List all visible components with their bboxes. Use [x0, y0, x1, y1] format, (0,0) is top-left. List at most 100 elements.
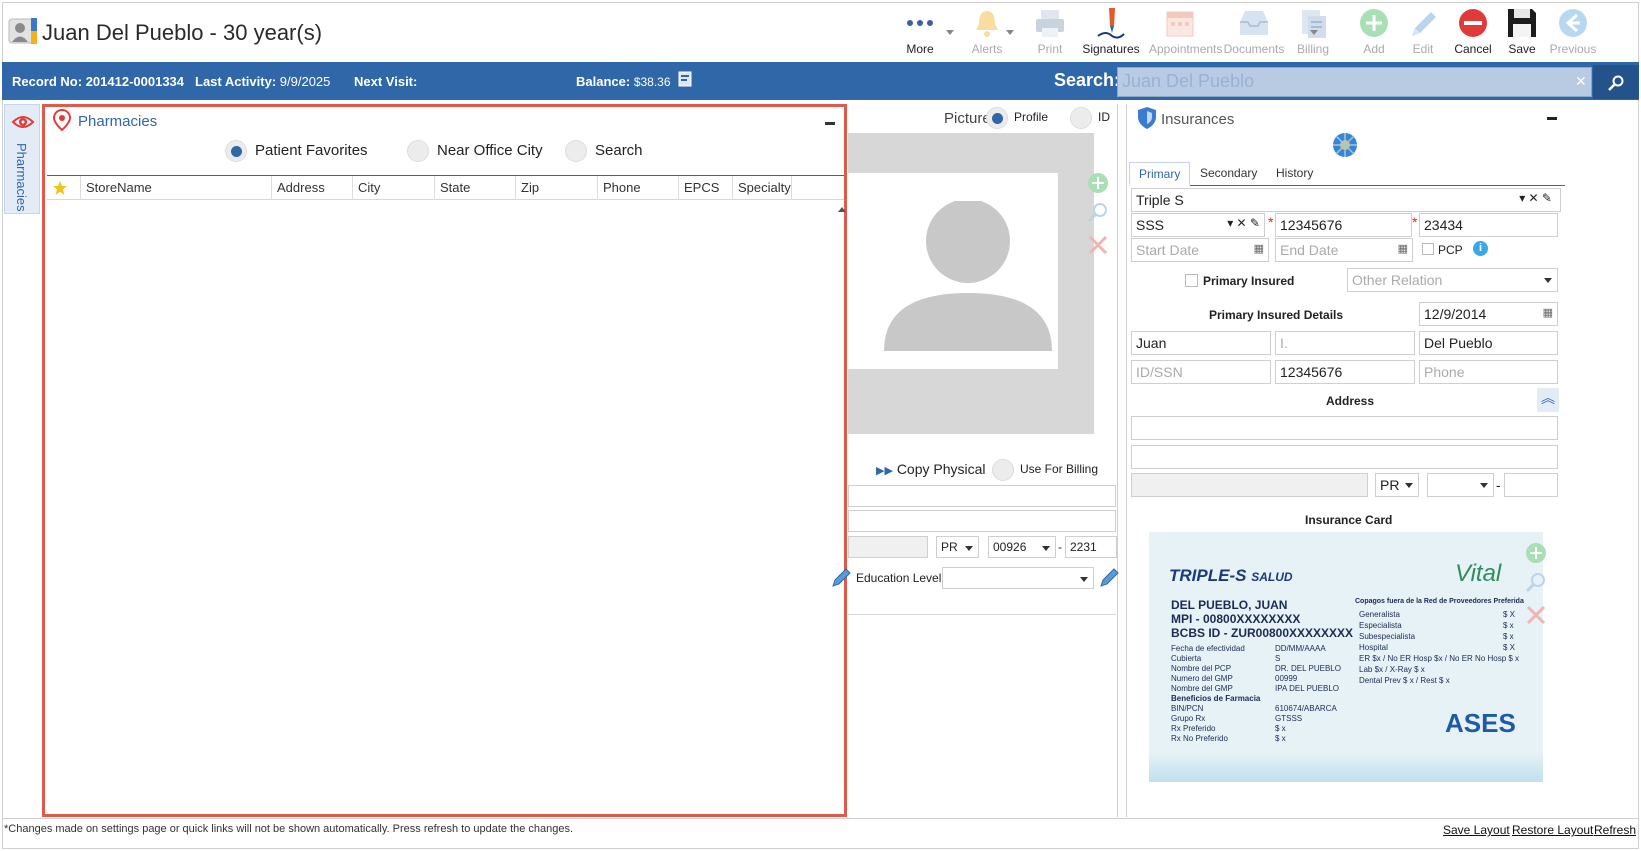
favorite-column-header[interactable] [47, 176, 81, 200]
insured-last-name-input[interactable]: Del Pueblo [1419, 331, 1558, 355]
filter-radio[interactable] [225, 140, 247, 162]
profile-radio[interactable] [986, 107, 1008, 129]
filter-near-office-city[interactable]: Near Office City [407, 140, 543, 164]
toolbar-label: Documents [1223, 42, 1285, 56]
column-header-address[interactable]: Address [272, 176, 353, 200]
insured-zip-select[interactable] [1427, 473, 1494, 497]
collapse-address-icon[interactable]: ︽ [1537, 388, 1559, 412]
remove-card-icon[interactable] [1525, 604, 1547, 626]
insured-address-line2-input[interactable] [1131, 445, 1558, 469]
toolbar-more-button[interactable]: More [889, 6, 951, 62]
grid-scroll-up[interactable] [838, 207, 846, 212]
card-left-value: DR. DEL PUEBLO [1275, 664, 1341, 673]
other-relation-select[interactable]: Other Relation [1347, 268, 1558, 292]
insured-first-name-input[interactable]: Juan [1131, 331, 1271, 355]
use-for-billing-option[interactable]: Use For Billing [992, 459, 1098, 481]
pin-panel-icon[interactable]: ▬ [825, 117, 835, 128]
toolbar-dropdown-caret-icon[interactable] [1310, 30, 1318, 35]
toolbar-signatures-button[interactable]: Signatures [1080, 6, 1142, 62]
insured-city-input[interactable] [1131, 473, 1368, 497]
insured-idssn-input[interactable]: ID/SSN [1131, 360, 1271, 384]
profile-option[interactable]: Profile [986, 107, 1048, 129]
last-activity: Last Activity: 9/9/2025 [195, 74, 330, 89]
sidetab-pharmacies[interactable]: Pharmacies [4, 104, 40, 214]
calendar-icon[interactable]: ▦ [1543, 306, 1553, 319]
insured-zip-ext-input[interactable] [1504, 473, 1558, 497]
insurance-plan-select[interactable]: Triple S ▾ ✕ ✎ [1131, 188, 1561, 212]
tab-history[interactable]: History [1267, 162, 1322, 186]
insured-phone-input[interactable]: Phone [1419, 360, 1558, 384]
calendar-icon[interactable]: ▦ [1254, 242, 1264, 255]
add-photo-icon[interactable] [1087, 172, 1109, 194]
filter-radio[interactable] [407, 140, 429, 162]
search-button[interactable] [1593, 65, 1639, 99]
primary-insured-checkbox[interactable] [1185, 274, 1198, 287]
add-card-icon[interactable] [1525, 542, 1547, 564]
column-header-storename[interactable]: StoreName [81, 176, 272, 200]
toolbar-dropdown-caret-icon[interactable] [1006, 30, 1014, 35]
insured-middle-initial-input[interactable]: I. [1275, 331, 1415, 355]
filter-search[interactable]: Search [565, 140, 643, 164]
filter-radio[interactable] [565, 140, 587, 162]
edit-pencil-icon[interactable] [830, 567, 852, 589]
column-header-epcs[interactable]: EPCS [679, 176, 733, 200]
address-line1-input[interactable] [848, 485, 1116, 507]
patient-search-input[interactable]: Juan Del Pueblo [1117, 67, 1592, 97]
remove-photo-icon[interactable] [1087, 234, 1109, 256]
calendar-icon[interactable]: ▦ [1398, 242, 1408, 255]
pcp-checkbox[interactable] [1422, 243, 1434, 255]
toolbar-print-button[interactable]: Print [1019, 6, 1081, 62]
clear-search-icon[interactable]: ✕ [1575, 73, 1587, 90]
card-right-value: $ x [1503, 632, 1514, 641]
toolbar-dropdown-caret-icon[interactable] [946, 30, 954, 35]
column-header-zip[interactable]: Zip [516, 176, 598, 200]
insurance-network-icon[interactable] [1332, 132, 1358, 158]
end-date-input[interactable]: End Date ▦ [1275, 238, 1413, 262]
column-header-state[interactable]: State [435, 176, 516, 200]
app-window: Juan Del Pueblo - 30 year(s) More Alerts P… [0, 0, 1641, 851]
filter-label: Near Office City [437, 141, 543, 159]
zip-dash: - [1058, 540, 1062, 554]
payer-select[interactable]: SSS ▾ ✕ ✎ [1131, 213, 1265, 237]
zip-select[interactable]: 00926 [988, 536, 1056, 558]
id-radio[interactable] [1070, 107, 1092, 129]
card-right-label: Generalista [1359, 610, 1400, 619]
column-header-phone[interactable]: Phone [598, 176, 679, 200]
column-header-city[interactable]: City [353, 176, 435, 200]
id-option[interactable]: ID [1070, 107, 1110, 129]
group-number-input[interactable]: 23434 [1419, 213, 1558, 237]
zip-ext-input[interactable]: 2231 [1065, 536, 1117, 558]
info-icon[interactable]: i [1473, 241, 1488, 256]
tab-secondary[interactable]: Secondary [1191, 162, 1266, 186]
restore-layout-link[interactable]: Restore Layout [1512, 823, 1593, 837]
education-level-select[interactable] [942, 567, 1094, 589]
zoom-photo-icon[interactable] [1087, 202, 1109, 224]
pin-insurances-icon[interactable]: ▬ [1547, 112, 1557, 123]
state-select[interactable]: PR [936, 536, 979, 558]
card-left-value: DD/MM/AAAA [1275, 644, 1326, 653]
use-for-billing-toggle[interactable] [992, 459, 1014, 481]
pcp-label: PCP [1438, 243, 1463, 257]
tab-primary[interactable]: Primary [1129, 162, 1191, 186]
city-input[interactable] [848, 536, 928, 558]
balance-details-icon[interactable] [676, 70, 694, 88]
filter-patient-favorites[interactable]: Patient Favorites [225, 140, 368, 164]
insured-zip-dropdown-icon [1480, 483, 1488, 488]
toolbar-previous-button[interactable]: Previous [1542, 6, 1604, 62]
insured-address-line1-input[interactable] [1131, 416, 1558, 440]
column-header-specialty[interactable]: Specialty [733, 176, 792, 200]
toolbar-documents-button[interactable]: Documents [1223, 6, 1285, 62]
policy-number-input[interactable]: 12345676 [1275, 213, 1412, 237]
copy-physical-link[interactable]: ▶▶ Copy Physical [876, 461, 986, 477]
insured-dob-input[interactable]: 12/9/2014 ▦ [1419, 302, 1558, 326]
zoom-card-icon[interactable] [1525, 572, 1547, 594]
save-layout-link[interactable]: Save Layout [1443, 823, 1510, 837]
inbox-tray-icon [1240, 11, 1268, 35]
address-line2-input[interactable] [848, 510, 1116, 532]
start-date-input[interactable]: Start Date ▦ [1131, 238, 1269, 262]
insured-state-select[interactable]: PR [1375, 473, 1419, 497]
education-edit-icon[interactable] [1098, 567, 1120, 589]
refresh-link[interactable]: Refresh [1594, 823, 1636, 837]
insured-idssn-value[interactable]: 12345676 [1275, 360, 1415, 384]
toolbar-appointments-button[interactable]: Appointments [1149, 6, 1222, 62]
